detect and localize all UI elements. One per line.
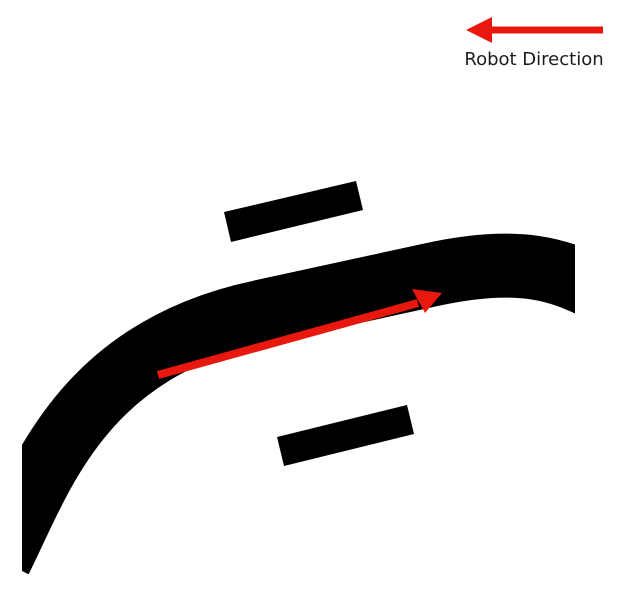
curved-track [22, 233, 575, 574]
lower-marker-bar [277, 405, 414, 466]
legend-arrow-head [466, 17, 492, 43]
legend-arrow-icon [466, 17, 603, 43]
upper-marker-bar [224, 181, 363, 242]
robot-track-diagram [22, 17, 603, 574]
robot-direction-label: Robot Direction [464, 49, 604, 70]
